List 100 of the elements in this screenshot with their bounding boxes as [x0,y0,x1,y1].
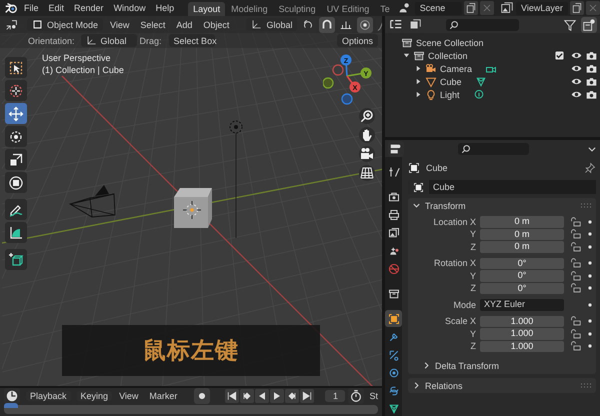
duplicate-icon[interactable] [464,1,478,15]
search-field[interactable] [458,142,529,154]
workspace-tab[interactable]: Te [375,2,395,16]
keyframe-dot-icon[interactable] [587,302,593,308]
eye-icon[interactable] [571,76,582,87]
eye-icon[interactable] [571,89,582,100]
scene-icon[interactable] [396,1,411,15]
axis-handle[interactable] [340,54,352,66]
number-field[interactable]: 0 m [480,216,564,228]
light-data-icon[interactable] [472,88,485,100]
expand-arrow-icon[interactable] [415,78,422,85]
lock-icon[interactable] [570,328,581,339]
lock-icon[interactable] [570,216,581,227]
subpanel-header[interactable]: Delta Transform [408,359,596,372]
workspace-tab[interactable]: Layout [188,2,226,16]
hand-icon[interactable] [359,127,375,143]
menu-item[interactable]: Marker [145,390,182,400]
expand-arrow-icon[interactable] [415,65,422,72]
number-field[interactable]: 1.000 [480,316,564,327]
menu-item[interactable]: Window [110,1,150,15]
workspace-tab[interactable]: UV Editing [322,2,374,16]
expand-arrow-icon[interactable] [415,91,422,98]
menu-item[interactable]: Select [136,20,170,30]
outliner-item[interactable]: Light [440,90,460,100]
workspace-tab[interactable]: Modeling [226,2,273,16]
proportional-edit-icon[interactable] [357,16,374,32]
expand-arrow-icon[interactable] [403,52,410,59]
play-reverse-icon[interactable] [255,388,270,402]
camera-icon[interactable] [586,89,597,100]
menu-item[interactable]: Render [70,1,108,15]
mesh-data-icon[interactable] [474,76,487,88]
lock-icon[interactable] [570,258,581,268]
keyframe-dot-icon[interactable] [587,244,593,250]
menu-item[interactable]: Playback [26,390,71,400]
rotate-tool[interactable] [5,126,27,147]
editor-type-icon[interactable] [4,388,20,404]
menu-item[interactable]: View [106,20,134,30]
panel-header[interactable]: Relations [408,378,596,393]
menu-item[interactable]: Object [199,20,234,30]
menu-item[interactable]: File [20,1,43,15]
lock-icon[interactable] [570,341,581,352]
editor-type-icon[interactable] [388,140,404,156]
transform-tool[interactable] [5,172,27,193]
stopwatch-icon[interactable] [348,388,364,404]
mode-dropdown[interactable]: XYZ Euler [480,299,564,310]
snap-magnet-icon[interactable] [319,16,336,32]
new-collection-icon[interactable] [581,16,597,32]
jump-end-icon[interactable] [300,388,314,402]
eye-icon[interactable] [571,63,582,74]
scene-field[interactable]: Scene [414,2,462,14]
record-icon[interactable] [194,388,210,404]
panel-chevron-icon[interactable] [412,381,421,390]
number-field[interactable]: 0 m [480,228,564,240]
menu-item[interactable]: View [115,390,142,400]
menu-item[interactable]: Edit [44,1,68,15]
keyframe-dot-icon[interactable] [587,343,593,350]
number-field[interactable]: 0° [480,282,564,294]
camera-icon[interactable] [586,50,597,61]
menu-item[interactable]: Help [152,1,178,15]
subpanel-chevron-icon[interactable] [422,361,431,370]
measure-tool[interactable] [5,222,27,243]
play-icon[interactable] [270,388,284,402]
annotate-tool[interactable] [5,199,27,220]
outliner-item[interactable]: Camera [440,64,472,74]
camera-icon[interactable] [359,146,375,162]
add-cube-tool[interactable] [5,249,27,270]
next-keyframe-icon[interactable] [285,388,300,402]
scale-tool[interactable] [5,149,27,170]
pin-icon[interactable] [584,162,596,174]
view-layer-icon[interactable] [500,1,514,15]
cursor-tool[interactable] [5,80,27,101]
number-field[interactable]: 0 m [480,241,564,252]
duplicate-icon[interactable] [570,1,584,15]
keyframe-dot-icon[interactable] [587,260,593,266]
negative-axis-handle[interactable] [323,77,334,89]
options-dropdown[interactable]: Options [336,34,378,47]
checkbox[interactable] [555,51,564,60]
axis-handle[interactable] [360,68,372,78]
search-field[interactable] [446,18,519,30]
number-field[interactable]: 1.000 [480,340,564,352]
current-frame-field[interactable]: 1 [325,390,346,402]
camera-icon[interactable] [586,76,597,87]
number-field[interactable]: 0° [480,270,564,282]
lock-icon[interactable] [570,283,581,294]
menu-item[interactable]: Add [172,20,196,30]
lock-icon[interactable] [570,242,581,252]
object-name-field[interactable]: Cube [429,180,596,194]
object-tab[interactable] [385,310,402,327]
keyframe-dot-icon[interactable] [587,218,593,225]
move-tool[interactable] [5,103,27,124]
transform-orientation-dropdown[interactable]: Global [246,18,298,31]
menu-item[interactable]: Keying [76,390,112,400]
keyframe-dot-icon[interactable] [587,330,593,337]
outliner-item[interactable]: Collection [428,50,468,60]
negative-axis-handle[interactable] [332,64,344,76]
mode-dropdown[interactable]: Object Mode [27,18,104,31]
negative-axis-handle[interactable] [341,93,353,105]
keyframe-dot-icon[interactable] [587,318,593,324]
orientation-dropdown[interactable]: Global [80,34,137,47]
playhead-handle[interactable] [4,403,18,408]
